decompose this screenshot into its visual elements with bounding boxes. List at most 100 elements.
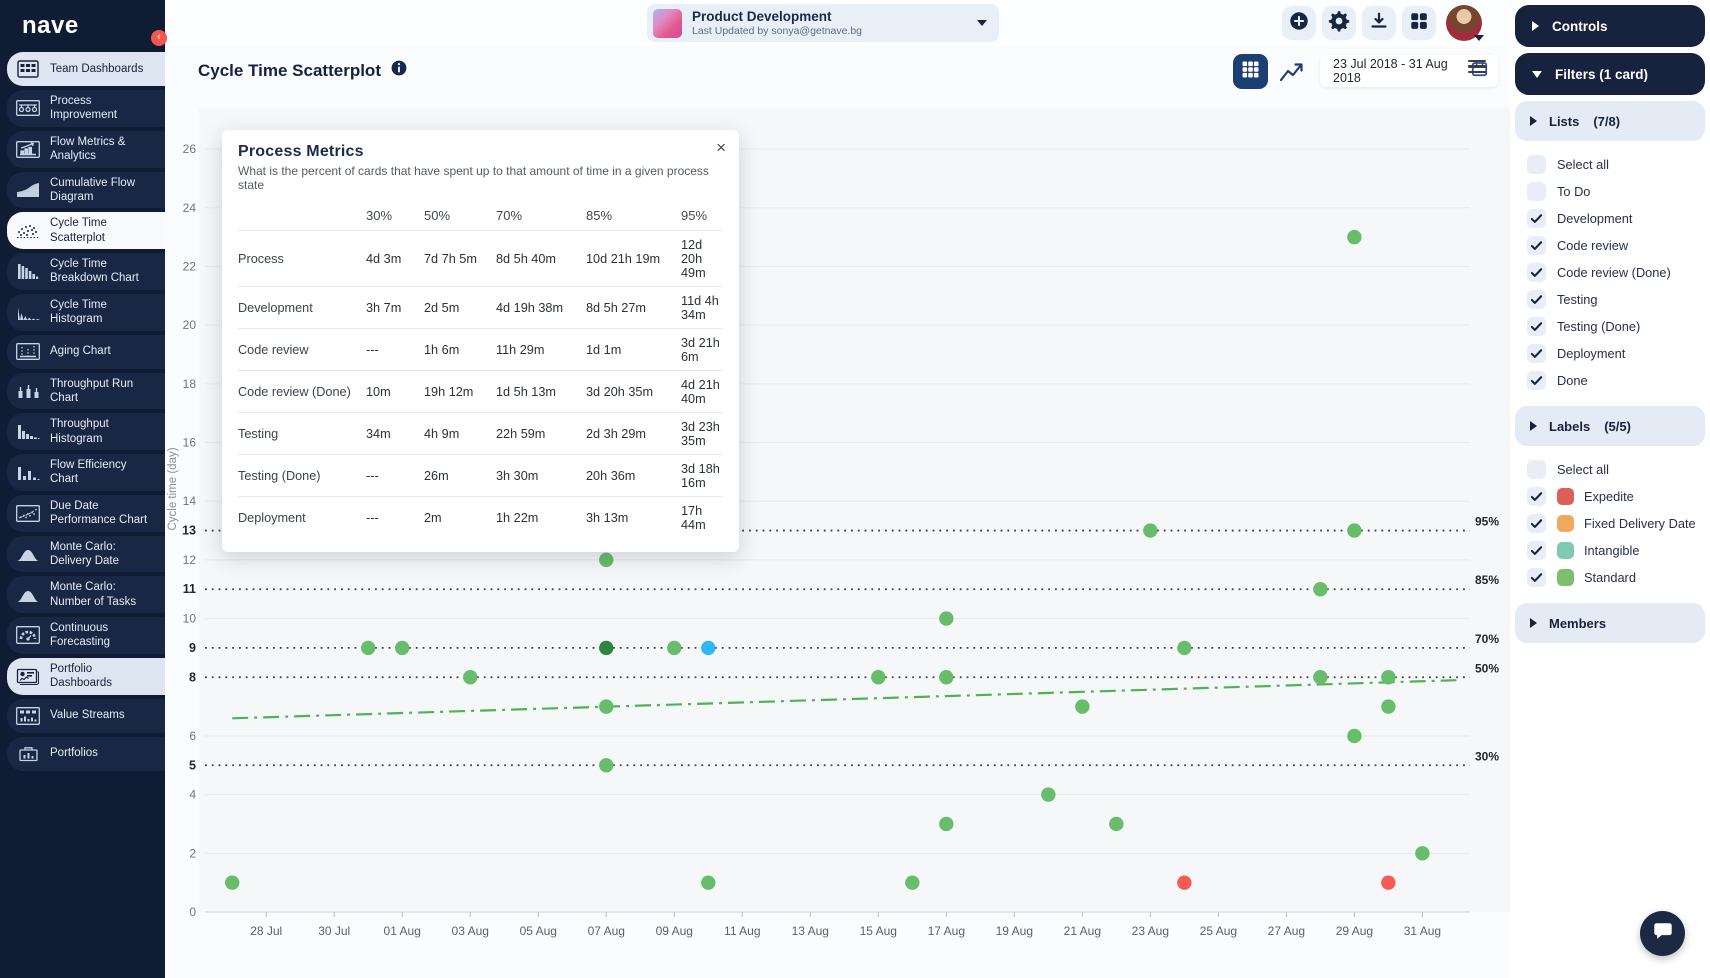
sidebar-item-throughput-histogram[interactable]: Throughput Histogram: [7, 413, 165, 450]
sidebar-item-aging-chart[interactable]: Aging Chart: [7, 334, 165, 369]
filter-item-intangible[interactable]: Intangible: [1515, 537, 1705, 564]
checkbox[interactable]: [1527, 514, 1546, 533]
scatter-point[interactable]: [1313, 670, 1328, 685]
metric-value: 10d 21h 19m: [586, 230, 681, 287]
table-row: Code review (Done) 10m 19h 12m 1d 5h 13m 3d …: [238, 370, 723, 413]
lists-section-header[interactable]: Lists (7/8): [1515, 101, 1705, 141]
scatter-point[interactable]: [599, 640, 614, 656]
scatter-point[interactable]: [871, 670, 886, 685]
members-section-header[interactable]: Members: [1515, 603, 1705, 643]
scatter-point[interactable]: [1415, 846, 1430, 861]
checkbox[interactable]: [1527, 568, 1546, 587]
sidebar-item-cycle-time-histogram[interactable]: Cycle Time Histogram: [7, 293, 165, 331]
metric-value: 3d 18h 16m: [681, 454, 723, 497]
scatter-point[interactable]: [1313, 582, 1328, 597]
download-button[interactable]: [1362, 6, 1396, 40]
filter-item-done[interactable]: Done: [1515, 367, 1705, 394]
scatter-point[interactable]: [463, 670, 478, 685]
filter-item-development[interactable]: Development: [1515, 205, 1705, 232]
chart-context-menu[interactable]: [1468, 60, 1486, 76]
sidebar-item-cumulative-flow-diagram[interactable]: Cumulative Flow Diagram: [7, 171, 165, 209]
checkbox[interactable]: [1527, 236, 1546, 255]
info-icon[interactable]: [391, 60, 407, 81]
sidebar-collapse-button[interactable]: ‹: [151, 30, 167, 46]
sidebar-item-throughput-run-chart[interactable]: Throughput Run Chart: [7, 372, 165, 410]
scatter-point[interactable]: [1177, 875, 1192, 890]
scatter-point[interactable]: [1109, 816, 1124, 832]
close-icon[interactable]: ×: [716, 138, 726, 158]
sidebar-item-flow-efficiency-chart[interactable]: Flow Efficiency Chart: [7, 454, 165, 491]
scatter-point[interactable]: [667, 640, 682, 656]
checkbox[interactable]: [1527, 344, 1546, 363]
checkbox[interactable]: [1527, 541, 1546, 560]
user-menu[interactable]: [1446, 5, 1484, 41]
filter-item-to-do[interactable]: To Do: [1515, 178, 1705, 205]
percentile-label: 85%: [1475, 573, 1499, 587]
sidebar-item-team-dashboards[interactable]: Team Dashboards: [7, 52, 165, 86]
scatter-point[interactable]: [939, 611, 954, 626]
labels-section-header[interactable]: Labels (5/5): [1515, 406, 1705, 446]
scatter-point[interactable]: [225, 875, 240, 890]
metric-value: 3h 7m: [366, 286, 424, 329]
scatter-point[interactable]: [1381, 875, 1396, 890]
filter-item-standard[interactable]: Standard: [1515, 564, 1705, 591]
filter-item-testing[interactable]: Testing: [1515, 286, 1705, 313]
sidebar-item-flow-metrics-analytics[interactable]: Flow Metrics & Analytics: [7, 130, 165, 168]
scatter-point[interactable]: [1143, 523, 1158, 538]
scatter-point[interactable]: [1381, 699, 1396, 714]
checkbox[interactable]: [1527, 263, 1546, 282]
sidebar-item-monte-carlo-delivery-date[interactable]: Monte Carlo: Delivery Date: [7, 535, 165, 573]
sidebar-item-monte-carlo-number-of-tasks[interactable]: Monte Carlo: Number of Tasks: [7, 576, 165, 613]
checkbox[interactable]: [1527, 460, 1546, 479]
sidebar-item-cycle-time-breakdown-chart[interactable]: Cycle Time Breakdown Chart: [7, 253, 165, 290]
grid-view-toggle[interactable]: [1233, 54, 1268, 89]
checkbox[interactable]: [1527, 487, 1546, 506]
sidebar-item-process-improvement[interactable]: Process Improvement: [7, 90, 165, 127]
scatter-point[interactable]: [1347, 229, 1362, 245]
scatter-point[interactable]: [1381, 670, 1396, 685]
scatter-point[interactable]: [1347, 523, 1362, 538]
filters-section-header[interactable]: Filters (1 card): [1515, 53, 1705, 95]
scatter-point[interactable]: [1041, 787, 1056, 802]
filter-item-expedite[interactable]: Expedite: [1515, 483, 1705, 510]
scatter-point[interactable]: [599, 699, 614, 714]
scatter-point[interactable]: [1347, 728, 1362, 744]
chat-button[interactable]: [1640, 911, 1685, 956]
checkbox[interactable]: [1527, 371, 1546, 390]
filter-item-fixed-delivery-date[interactable]: Fixed Delivery Date: [1515, 510, 1705, 537]
sidebar-item-portfolios[interactable]: Portfolios: [7, 736, 165, 771]
sidebar-item-value-streams[interactable]: Value Streams: [7, 698, 165, 733]
scatter-point[interactable]: [701, 875, 716, 890]
apps-button[interactable]: [1402, 6, 1436, 40]
scatter-point[interactable]: [599, 552, 614, 568]
filter-item-deployment[interactable]: Deployment: [1515, 340, 1705, 367]
scatter-point[interactable]: [939, 816, 954, 832]
scatter-point[interactable]: [701, 640, 716, 656]
checkbox[interactable]: [1527, 209, 1546, 228]
filter-item-testing-done[interactable]: Testing (Done): [1515, 313, 1705, 340]
controls-section-header[interactable]: Controls: [1515, 5, 1705, 47]
scatter-point[interactable]: [939, 670, 954, 685]
filter-item-select-all[interactable]: Select all: [1515, 151, 1705, 178]
checkbox[interactable]: [1527, 290, 1546, 309]
scatter-point[interactable]: [361, 640, 376, 656]
trend-line-toggle[interactable]: [1278, 58, 1308, 86]
filter-item-select-all[interactable]: Select all: [1515, 456, 1705, 483]
scatter-point[interactable]: [1075, 699, 1090, 714]
add-button[interactable]: [1282, 6, 1316, 40]
scatter-point[interactable]: [905, 875, 920, 890]
scatter-point[interactable]: [599, 758, 614, 773]
sidebar-item-due-date-performance-chart[interactable]: Due Date Performance Chart: [7, 494, 165, 532]
checkbox[interactable]: [1527, 155, 1546, 174]
checkbox[interactable]: [1527, 182, 1546, 201]
sidebar-item-cycle-time-scatterplot[interactable]: Cycle Time Scatterplot: [7, 212, 165, 249]
filter-item-code-review[interactable]: Code review: [1515, 232, 1705, 259]
scatter-point[interactable]: [1177, 640, 1192, 656]
settings-button[interactable]: [1322, 6, 1356, 40]
sidebar-item-portfolio-dashboards[interactable]: Portfolio Dashboards: [7, 657, 165, 695]
sidebar-item-continuous-forecasting[interactable]: Continuous Forecasting: [7, 617, 165, 654]
board-selector[interactable]: Product Development Last Updated by sony…: [647, 4, 999, 42]
scatter-point[interactable]: [395, 640, 410, 656]
checkbox[interactable]: [1527, 317, 1546, 336]
filter-item-code-review-done[interactable]: Code review (Done): [1515, 259, 1705, 286]
